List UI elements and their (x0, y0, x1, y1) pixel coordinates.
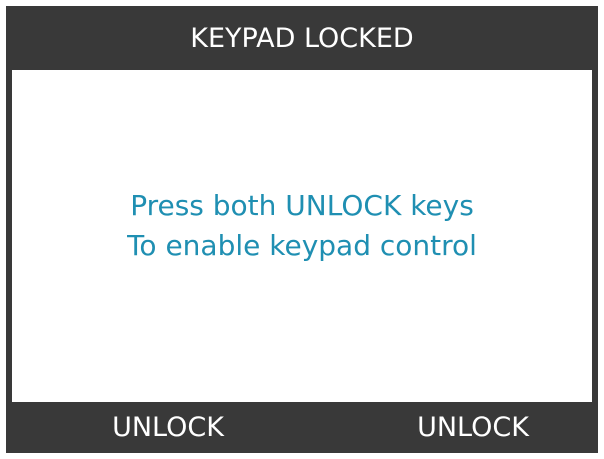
instruction-line-1: Press both UNLOCK keys (130, 189, 474, 222)
unlock-instructions: Press both UNLOCK keys To enable keypad … (127, 186, 477, 266)
device-screen: KEYPAD LOCKED Press both UNLOCK keys To … (0, 0, 604, 459)
right-unlock-label: UNLOCK (417, 412, 529, 443)
left-unlock-softkey[interactable]: UNLOCK (68, 402, 268, 453)
message-panel: Press both UNLOCK keys To enable keypad … (12, 70, 592, 402)
instruction-line-2: To enable keypad control (127, 229, 477, 262)
right-unlock-softkey[interactable]: UNLOCK (373, 402, 573, 453)
left-unlock-label: UNLOCK (112, 412, 224, 443)
header-title: KEYPAD LOCKED (190, 22, 414, 54)
lock-status-header: KEYPAD LOCKED (6, 6, 598, 70)
display-frame: KEYPAD LOCKED Press both UNLOCK keys To … (6, 6, 598, 453)
softkey-bar: UNLOCK UNLOCK (6, 402, 598, 453)
